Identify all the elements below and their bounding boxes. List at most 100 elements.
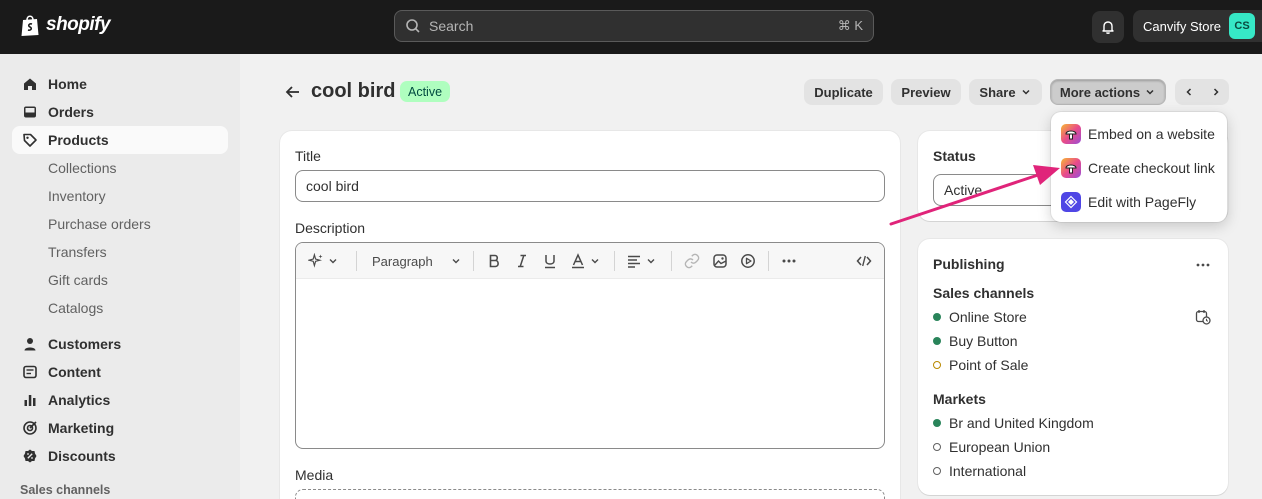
sales-channel-item: Point of Sale <box>933 357 1028 373</box>
menu-item-label: Create checkout link <box>1088 160 1215 176</box>
title-input[interactable]: cool bird <box>295 170 885 202</box>
mushroom-app-icon <box>1061 124 1081 144</box>
calendar-clock-icon[interactable] <box>1195 309 1211 325</box>
market-name: European Union <box>949 439 1051 455</box>
sidebar-item-label: Products <box>48 132 109 148</box>
avatar: CS <box>1229 13 1256 39</box>
sidebar-item-content[interactable]: Content <box>12 358 228 386</box>
sidebar-item-orders[interactable]: Orders <box>12 98 228 126</box>
sidebar-subitem-collections[interactable]: Collections <box>12 154 228 182</box>
align-left-icon <box>628 255 640 268</box>
status-dot <box>933 419 941 427</box>
text-color-button[interactable] <box>570 252 601 270</box>
sidebar-item-label: Discounts <box>48 448 116 464</box>
insert-link-button[interactable] <box>684 252 700 270</box>
publishing-heading: Publishing <box>933 256 1005 272</box>
discount-icon <box>23 449 37 463</box>
status-dot <box>933 361 941 369</box>
notifications-button[interactable] <box>1092 11 1124 43</box>
sales-channels-label: Sales channels <box>933 285 1035 301</box>
editor-toolbar: Paragraph <box>296 243 884 279</box>
market-item: European Union <box>933 439 1050 455</box>
share-button[interactable]: Share <box>969 79 1042 105</box>
html-code-button[interactable] <box>856 252 872 270</box>
sidebar-item-products[interactable]: Products <box>12 126 228 154</box>
sidebar: Home Orders Products Collections Invento… <box>0 54 240 499</box>
ellipsis-icon <box>782 259 796 263</box>
store-switcher[interactable]: Canvify Store CS <box>1133 10 1262 42</box>
more-formatting-button[interactable] <box>781 252 797 270</box>
sidebar-subitem-gift-cards[interactable]: Gift cards <box>12 266 228 294</box>
paragraph-style-select[interactable]: Paragraph <box>372 252 462 270</box>
person-icon <box>24 338 36 351</box>
market-item: International <box>933 463 1026 479</box>
status-select-value: Active <box>944 182 983 198</box>
sidebar-item-label: Analytics <box>48 392 111 408</box>
bold-button[interactable] <box>486 252 502 270</box>
sidebar-item-label: Marketing <box>48 420 115 436</box>
sidebar-section-sales-channels[interactable]: Sales channels <box>12 480 228 499</box>
status-dot <box>933 443 941 451</box>
ai-assist-button[interactable] <box>308 252 339 270</box>
content-icon <box>23 365 37 379</box>
menu-item-edit-with-pagefly[interactable]: Edit with PageFly <box>1061 189 1196 215</box>
market-name: International <box>949 463 1027 479</box>
share-label: Share <box>979 84 1016 100</box>
search-bar[interactable]: Search ⌘ K <box>394 10 874 42</box>
insert-image-button[interactable] <box>712 252 728 270</box>
sales-channel-item: Online Store <box>933 309 1027 325</box>
preview-label: Preview <box>901 84 951 100</box>
sidebar-subitem-catalogs[interactable]: Catalogs <box>12 294 228 322</box>
back-arrow-icon[interactable] <box>283 82 303 102</box>
sidebar-item-analytics[interactable]: Analytics <box>12 386 228 414</box>
store-name: Canvify Store <box>1143 18 1222 34</box>
chevron-down-icon <box>329 259 337 264</box>
chevron-down-icon <box>647 259 655 264</box>
sidebar-subitem-transfers[interactable]: Transfers <box>12 238 228 266</box>
sidebar-item-marketing[interactable]: Marketing <box>12 414 228 442</box>
title-input-value: cool bird <box>306 178 359 194</box>
pagination-group <box>1175 79 1229 105</box>
sidebar-subitem-inventory[interactable]: Inventory <box>12 182 228 210</box>
previous-product-button[interactable] <box>1175 86 1202 98</box>
shopify-logo[interactable]: shopify <box>20 13 111 37</box>
menu-item-label: Edit with PageFly <box>1088 194 1197 210</box>
preview-button[interactable]: Preview <box>891 79 961 105</box>
sales-channel-item: Buy Button <box>933 333 1018 349</box>
next-product-button[interactable] <box>1202 86 1229 98</box>
sidebar-item-discounts[interactable]: Discounts <box>12 442 228 470</box>
media-dropzone[interactable] <box>295 489 885 499</box>
mushroom-app-icon <box>1061 158 1081 178</box>
home-icon <box>24 78 36 90</box>
menu-item-label: Embed on a website <box>1088 126 1215 142</box>
chevron-down-icon <box>1022 89 1030 95</box>
menu-item-embed-on-website[interactable]: Embed on a website <box>1061 121 1215 147</box>
duplicate-button[interactable]: Duplicate <box>804 79 883 105</box>
sidebar-subitem-purchase-orders[interactable]: Purchase orders <box>12 210 228 238</box>
sidebar-item-label: Home <box>48 76 87 92</box>
underline-button[interactable] <box>542 252 558 270</box>
sales-channel-name: Online Store <box>949 309 1027 325</box>
search-shortcut: ⌘ K <box>837 18 863 33</box>
italic-button[interactable] <box>514 252 530 270</box>
description-editor[interactable]: Paragraph <box>295 242 885 449</box>
paragraph-select-value: Paragraph <box>372 253 433 269</box>
media-label: Media <box>295 467 334 483</box>
inbox-icon <box>24 106 36 118</box>
play-circle-icon <box>741 254 755 268</box>
chevron-down-icon <box>1146 89 1154 95</box>
insert-video-button[interactable] <box>740 252 756 270</box>
sidebar-item-label: Orders <box>48 104 94 120</box>
ellipsis-icon[interactable] <box>1195 257 1211 273</box>
code-icon <box>856 255 872 267</box>
duplicate-label: Duplicate <box>814 84 873 100</box>
alignment-button[interactable] <box>626 252 657 270</box>
image-icon <box>713 254 727 268</box>
target-icon <box>23 421 37 435</box>
more-actions-menu: Embed on a website Create checkout link … <box>1051 112 1227 222</box>
underline-icon <box>545 255 555 269</box>
sidebar-item-customers[interactable]: Customers <box>12 330 228 358</box>
more-actions-button[interactable]: More actions <box>1050 79 1166 105</box>
menu-item-create-checkout-link[interactable]: Create checkout link <box>1061 155 1215 181</box>
sidebar-item-home[interactable]: Home <box>12 70 228 98</box>
